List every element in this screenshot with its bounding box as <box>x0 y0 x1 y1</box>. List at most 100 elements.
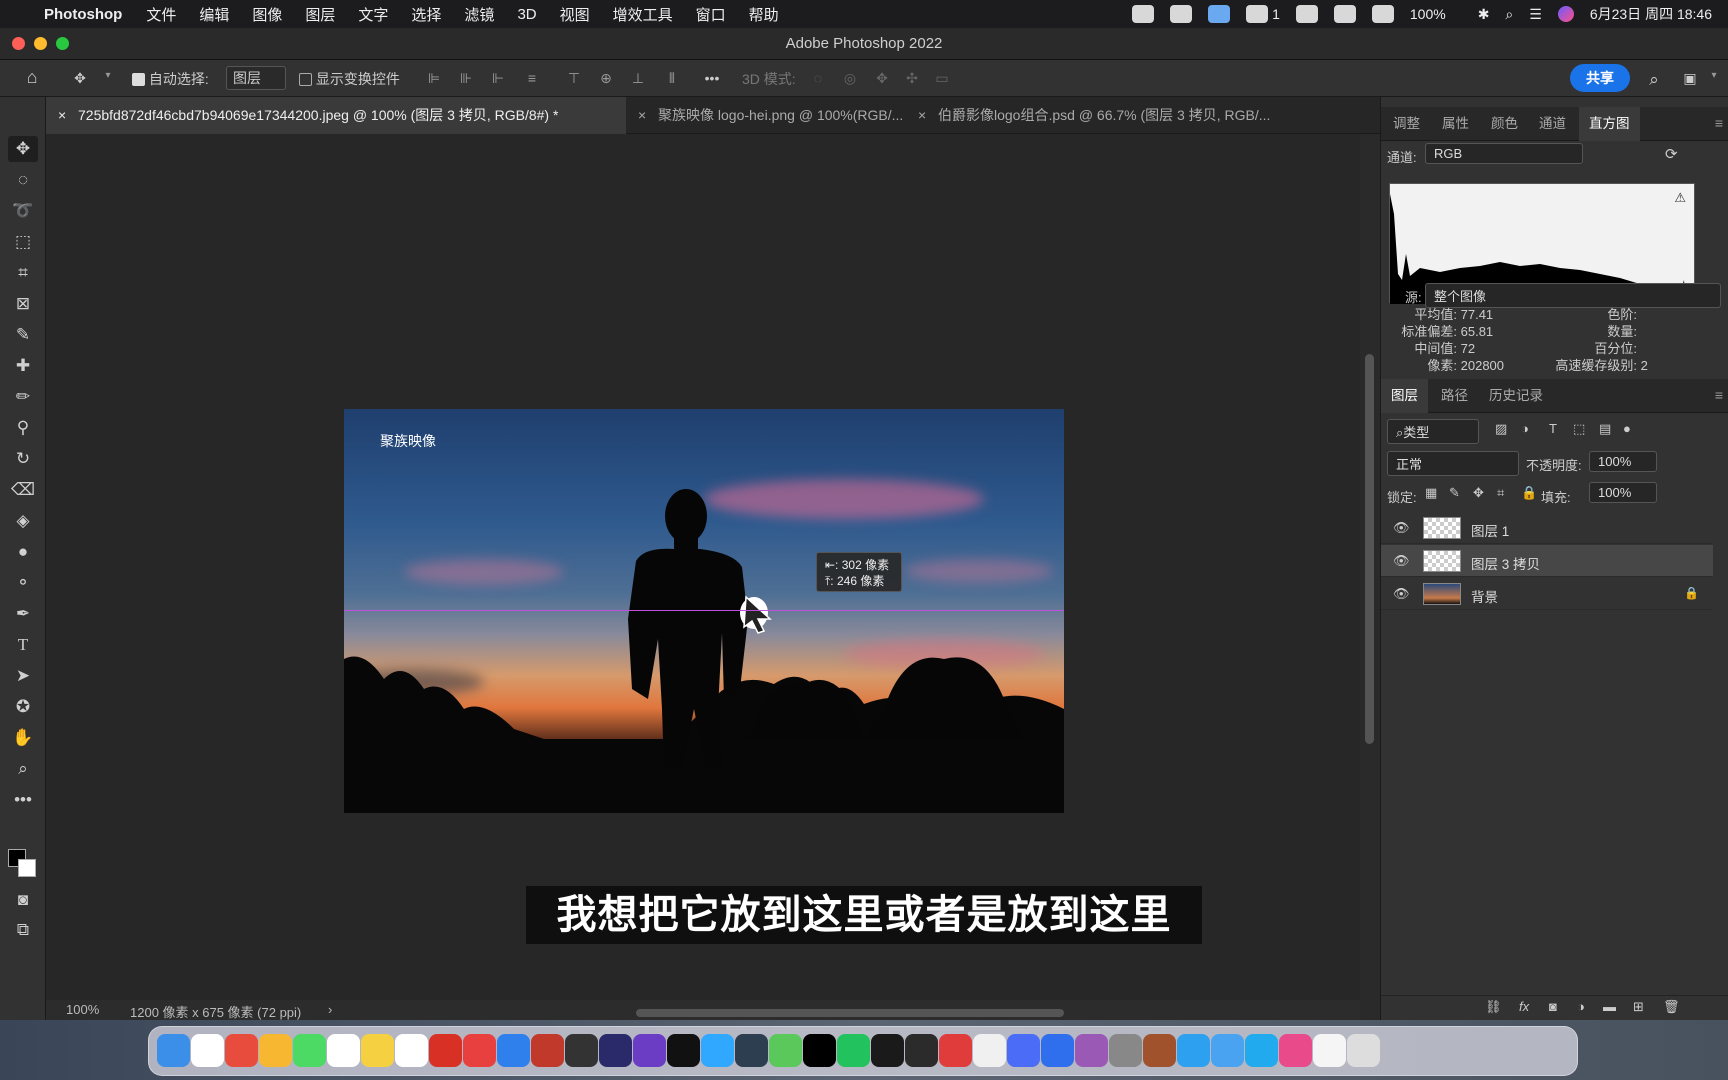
dock-app-icon[interactable] <box>1279 1034 1312 1067</box>
chevron-down-icon[interactable]: ▾ <box>100 70 116 86</box>
tab-histogram[interactable]: 直方图 <box>1579 107 1640 141</box>
3d-pan-icon[interactable]: ✥ <box>874 70 890 86</box>
chevron-down-icon[interactable]: ▾ <box>1706 70 1722 86</box>
dock-app-icon[interactable] <box>259 1034 292 1067</box>
dock-app-icon[interactable] <box>327 1034 360 1067</box>
close-tab-icon[interactable]: × <box>918 97 926 134</box>
panel-menu-icon[interactable]: ≡ <box>1715 115 1723 131</box>
dock-app-icon[interactable] <box>1075 1034 1108 1067</box>
menu-edit[interactable]: 编辑 <box>199 4 229 25</box>
dock-app-icon[interactable] <box>1211 1034 1244 1067</box>
doc-tab-3[interactable]: × 伯爵影像logo组合.psd @ 66.7% (图层 3 拷贝, RGB/.… <box>906 97 1380 134</box>
wechat-status[interactable]: 1 <box>1246 5 1280 23</box>
new-group-icon[interactable]: ▬ <box>1603 999 1616 1014</box>
input-method-icon[interactable] <box>1333 5 1356 23</box>
lock-all-icon[interactable]: 🔒 <box>1521 485 1537 501</box>
zoom-tool-icon[interactable]: ⌕ <box>8 756 38 782</box>
camera-icon[interactable] <box>1132 5 1155 23</box>
move-tool-icon[interactable]: ✥ <box>72 70 88 86</box>
dock-app-icon[interactable] <box>1347 1034 1380 1067</box>
3d-orbit-icon[interactable]: ◌ <box>810 70 826 86</box>
photo-icon[interactable] <box>1371 5 1394 23</box>
adjustment-layer-icon[interactable]: ◑ <box>1577 999 1585 1014</box>
source-select[interactable]: 整个图像 <box>1425 283 1721 308</box>
dock-app-icon[interactable] <box>429 1034 462 1067</box>
dock-app-icon[interactable] <box>667 1034 700 1067</box>
horizontal-scrollbar[interactable] <box>636 1009 1064 1017</box>
3d-camera-icon[interactable]: ▭ <box>934 70 950 86</box>
visibility-eye-icon[interactable]: 👁 <box>1393 586 1410 601</box>
hand-tool-icon[interactable]: ✋ <box>8 725 38 751</box>
wps-icon[interactable] <box>1170 5 1193 23</box>
tab-channels[interactable]: 通道 <box>1539 107 1566 141</box>
screen-mode-icon[interactable]: ⧉ <box>8 917 38 943</box>
align-left-icon[interactable]: ⊫ <box>426 70 442 86</box>
menu-window[interactable]: 窗口 <box>696 4 726 25</box>
auto-select-checkbox[interactable] <box>132 73 145 86</box>
panel-menu-icon[interactable]: ≡ <box>1715 387 1723 403</box>
move-tool-icon[interactable]: ✥ <box>8 136 38 162</box>
close-tab-icon[interactable]: × <box>638 97 646 134</box>
crop-tool-icon[interactable]: ⌗ <box>8 260 38 286</box>
menu-plugins[interactable]: 增效工具 <box>613 4 673 25</box>
new-layer-icon[interactable]: ⊞ <box>1633 999 1644 1015</box>
doc-tab-1[interactable]: × 725bfd872df46cbd7b94069e17344200.jpeg … <box>46 97 626 134</box>
dock-app-icon[interactable] <box>633 1034 666 1067</box>
refresh-icon[interactable]: ⟳ <box>1665 145 1678 163</box>
document-image[interactable]: 聚族映像 <box>344 409 1064 813</box>
dock-app-icon[interactable] <box>1041 1034 1074 1067</box>
bluetooth-icon[interactable]: ✱ <box>1478 6 1490 23</box>
vertical-scrollbar[interactable] <box>1360 134 1380 1020</box>
home-icon[interactable]: ⌂ <box>24 67 40 87</box>
dock-app-icon[interactable] <box>395 1034 428 1067</box>
blend-mode-select[interactable]: 正常 <box>1387 451 1519 476</box>
menu-select[interactable]: 选择 <box>411 4 441 25</box>
dock-app-icon[interactable] <box>599 1034 632 1067</box>
background-color-swatch[interactable] <box>18 859 36 877</box>
layer-filter-select[interactable]: ⌕类型 <box>1387 419 1479 444</box>
quick-mask-icon[interactable]: ◙ <box>8 887 38 913</box>
align-right-icon[interactable]: ⊩ <box>490 70 506 86</box>
siri-icon[interactable] <box>1557 6 1574 22</box>
dock-app-icon[interactable] <box>497 1034 530 1067</box>
dock-app-icon[interactable] <box>871 1034 904 1067</box>
tab-history[interactable]: 历史记录 <box>1489 379 1543 413</box>
filter-toggle-icon[interactable]: ● <box>1623 421 1631 436</box>
close-tab-icon[interactable]: × <box>58 97 66 134</box>
path-select-icon[interactable]: ➤ <box>8 663 38 689</box>
dock-app-icon[interactable] <box>1109 1034 1142 1067</box>
menu-filter[interactable]: 滤镜 <box>464 4 494 25</box>
scroll-thumb[interactable] <box>1365 354 1374 744</box>
object-select-tool-icon[interactable]: ⬚ <box>8 229 38 255</box>
lock-pixels-icon[interactable]: ✎ <box>1449 485 1460 501</box>
filter-smart-object-icon[interactable]: ▤ <box>1599 421 1611 437</box>
paint-bucket-icon[interactable]: ◈ <box>8 508 38 534</box>
history-brush-icon[interactable]: ↻ <box>8 446 38 472</box>
menu-3d[interactable]: 3D <box>517 6 536 23</box>
lock-transparent-icon[interactable]: ▦ <box>1425 485 1437 501</box>
layer-row[interactable]: 👁 背景 🔒 <box>1381 578 1713 610</box>
stamp-tool-icon[interactable]: ⚲ <box>8 415 38 441</box>
lock-artboard-icon[interactable]: ⌗ <box>1497 485 1504 501</box>
auto-select-dropdown[interactable]: 图层 <box>226 66 286 90</box>
translator-icon[interactable] <box>1208 5 1231 23</box>
layer-name[interactable]: 背景 <box>1471 586 1498 606</box>
menu-help[interactable]: 帮助 <box>749 4 779 25</box>
fx-icon[interactable]: fx <box>1519 999 1529 1014</box>
dock-app-icon[interactable] <box>1007 1034 1040 1067</box>
control-center-icon[interactable]: ☰ <box>1529 6 1542 23</box>
show-transform-checkbox[interactable] <box>299 73 312 86</box>
shape-tool-icon[interactable]: ✪ <box>8 694 38 720</box>
doc-tab-2[interactable]: × 聚族映像 logo-hei.png @ 100%(RGB/... <box>626 97 906 134</box>
healing-brush-icon[interactable]: ✚ <box>8 353 38 379</box>
document-info[interactable]: 1200 像素 x 675 像素 (72 ppi) <box>130 1002 301 1021</box>
align-hcenter-icon[interactable]: ⊪ <box>458 70 474 86</box>
dock-app-icon[interactable] <box>191 1034 224 1067</box>
menu-image[interactable]: 图像 <box>252 4 282 25</box>
app-menu[interactable]: Photoshop <box>44 6 122 23</box>
delete-layer-icon[interactable]: 🗑 <box>1663 999 1680 1015</box>
align-vcenter-icon[interactable]: ⊕ <box>598 70 614 86</box>
dock-app-icon[interactable] <box>837 1034 870 1067</box>
pen-tool-icon[interactable]: ✒ <box>8 601 38 627</box>
align-bottom-icon[interactable]: ⊥ <box>630 70 646 86</box>
